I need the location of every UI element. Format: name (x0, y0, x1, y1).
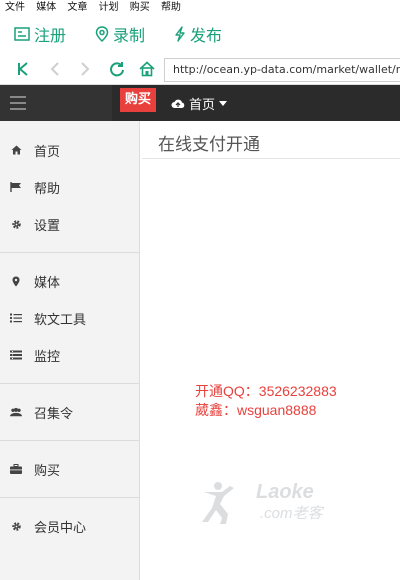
menu-help[interactable]: 帮助 (161, 0, 181, 15)
menu-media[interactable]: 媒体 (36, 0, 56, 15)
title-divider (142, 158, 400, 159)
sidebar-item-member-center[interactable]: 会员中心 (0, 508, 139, 544)
sidebar-item-rally[interactable]: 召集令 (0, 394, 139, 430)
location-pin-icon (10, 276, 22, 287)
gear-icon (10, 219, 22, 230)
toolbar: 注册 录制 发布 (0, 18, 400, 50)
first-page-button[interactable] (12, 57, 34, 81)
buy-badge[interactable]: 购买 (120, 88, 156, 112)
menu-plan[interactable]: 计划 (99, 0, 119, 15)
users-icon (10, 407, 22, 417)
sidebar-divider (0, 497, 139, 498)
sidebar-item-label: 监控 (34, 349, 61, 365)
sidebar-item-label: 帮助 (34, 181, 61, 197)
cloud-upload-icon (171, 99, 185, 108)
url-bar[interactable]: http://ocean.yp-data.com/market/wallet/r… (164, 58, 400, 82)
sidebar-item-label: 召集令 (34, 406, 74, 422)
skip-back-icon (18, 62, 28, 76)
header-left-block (0, 85, 112, 121)
record-label: 录制 (113, 26, 146, 45)
sidebar-item-media[interactable]: 媒体 (0, 263, 139, 299)
forward-button[interactable] (74, 57, 96, 81)
browser-nav-bar: http://ocean.yp-data.com/market/wallet/r… (0, 54, 400, 85)
register-label: 注册 (34, 26, 67, 45)
watermark-brand: Laoke (256, 481, 314, 503)
home-tab[interactable]: 首页 (158, 85, 240, 121)
home-nav-button[interactable] (136, 57, 158, 81)
sidebar-item-home[interactable]: 首页 (0, 132, 139, 168)
caret-down-icon (219, 100, 227, 106)
sidebar-item-label: 媒体 (34, 275, 61, 291)
menu-toggle-icon[interactable] (10, 96, 26, 110)
sidebar-item-settings[interactable]: 设置 (0, 206, 139, 242)
contact-wechat: 葳鑫：wsguan8888 (195, 402, 317, 418)
menu-article[interactable]: 文章 (67, 0, 87, 15)
contact-qq: 开通QQ：3526232883 (195, 383, 337, 399)
flag-icon (10, 182, 22, 192)
sidebar-item-label: 设置 (34, 218, 61, 234)
refresh-icon (110, 62, 124, 77)
chevron-left-icon (50, 62, 59, 76)
briefcase-icon (10, 464, 22, 474)
refresh-button[interactable] (106, 57, 128, 81)
gear-icon (10, 521, 22, 532)
sidebar-item-label: 首页 (34, 144, 61, 160)
sidebar-divider (0, 252, 139, 253)
lightning-icon (175, 26, 185, 42)
list-icon (10, 313, 22, 323)
back-button[interactable] (44, 57, 66, 81)
contact-info: 开通QQ：3526232883 葳鑫：wsguan8888 (195, 382, 337, 420)
home-icon (139, 61, 155, 77)
id-card-icon (14, 27, 30, 41)
monitor-icon (10, 350, 22, 360)
location-icon (95, 26, 109, 42)
sidebar-item-label: 软文工具 (34, 312, 87, 328)
publish-label: 发布 (190, 26, 223, 45)
home-icon (10, 145, 22, 155)
sidebar-divider (0, 383, 139, 384)
home-tab-label: 首页 (188, 97, 215, 113)
sidebar-divider (0, 440, 139, 441)
sidebar-item-buy[interactable]: 购买 (0, 451, 139, 487)
menu-bar: 文件 媒体 文章 计划 购买 帮助 (0, 0, 400, 15)
chevron-right-icon (81, 62, 90, 76)
sidebar: 首页 帮助 设置 媒体 软文工具 监控 召集令 购买 会员中心 (0, 121, 140, 580)
sidebar-item-label: 会员中心 (34, 520, 87, 536)
record-button[interactable]: 录制 (95, 22, 145, 46)
register-button[interactable]: 注册 (14, 22, 66, 46)
sidebar-item-help[interactable]: 帮助 (0, 169, 139, 205)
sidebar-item-label: 购买 (34, 463, 61, 479)
menu-buy[interactable]: 购买 (130, 0, 150, 15)
sidebar-item-article-tools[interactable]: 软文工具 (0, 300, 139, 336)
page-title: 在线支付开通 (158, 135, 260, 155)
watermark-domain: .com老客 (260, 505, 325, 522)
menu-file[interactable]: 文件 (5, 0, 25, 15)
sidebar-item-monitor[interactable]: 监控 (0, 337, 139, 373)
publish-button[interactable]: 发布 (174, 22, 222, 46)
laoke-watermark-logo: Laoke .com老客 (202, 481, 325, 524)
